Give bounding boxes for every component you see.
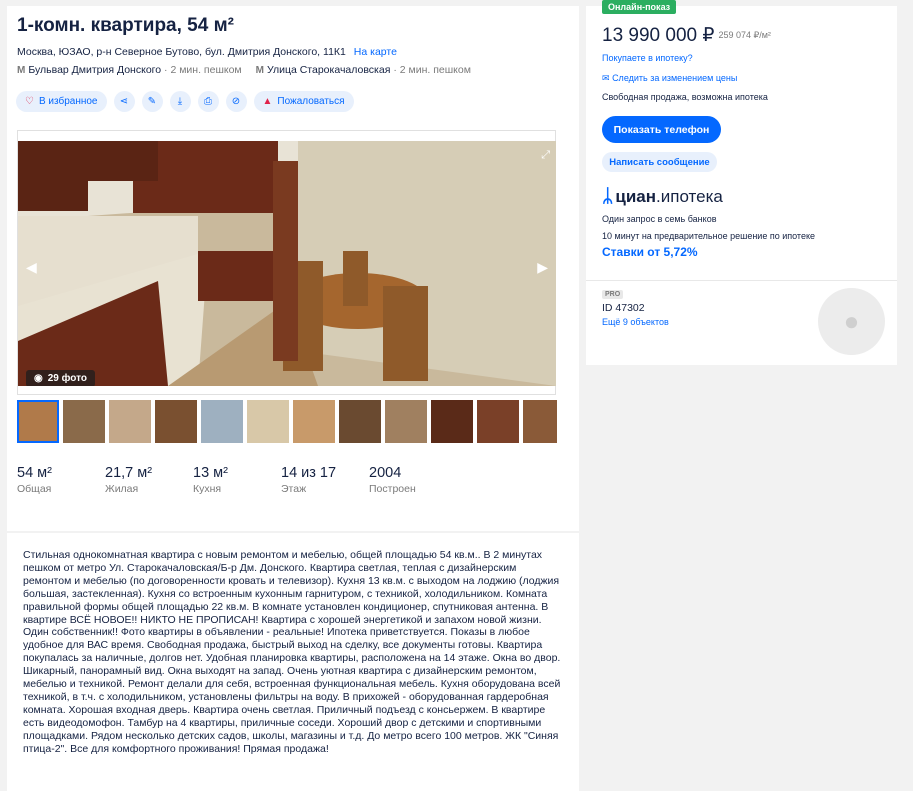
metro-icon: M	[17, 64, 26, 76]
thumbnail[interactable]	[63, 400, 105, 443]
complain-button[interactable]: ▲ Пожаловаться	[253, 91, 354, 112]
pencil-icon: ✎	[147, 96, 157, 107]
mortgage-link[interactable]: Покупаете в ипотеку?	[602, 53, 693, 63]
stat-floor: 14 из 17 Этаж	[281, 465, 337, 495]
print-button[interactable]: ⎙	[197, 91, 219, 112]
camera-icon: ◉	[34, 373, 43, 384]
watch-price-link[interactable]: ✉ Следить за изменением цены	[602, 73, 737, 84]
address: Москва, ЮЗАО, р-н Северное Бутово, бул. …	[17, 46, 397, 58]
stat-total-area: 54 м² Общая	[17, 465, 52, 495]
mortgage-rate-link[interactable]: Ставки от 5,72%	[602, 245, 698, 259]
metro-list: M Бульвар Дмитрия Донского · 2 мин. пешк…	[17, 64, 471, 76]
stat-living-area: 21,7 м² Жилая	[105, 465, 153, 495]
share-icon: ⋖	[119, 96, 129, 107]
stat-kitchen-area: 13 м² Кухня	[193, 465, 228, 495]
metro-name[interactable]: Бульвар Дмитрия Донского	[28, 64, 161, 76]
kitchen-photo	[18, 141, 556, 386]
metro-station: M Улица Старокачаловская · 2 мин. пешком	[256, 64, 471, 76]
sale-terms: Свободная продажа, возможна ипотека	[602, 92, 768, 102]
map-link[interactable]: На карте	[354, 46, 397, 58]
thumbnail[interactable]	[247, 400, 289, 443]
metro-station: M Бульвар Дмитрия Донского · 2 мин. пешк…	[17, 64, 242, 76]
description-text: Стильная однокомнатная квартира с новым …	[23, 549, 561, 755]
photo-count-badge[interactable]: ◉ 29 фото	[26, 370, 95, 386]
description-wrapper: Стильная однокомнатная квартира с новым …	[7, 533, 579, 791]
stat-built-year: 2004 Построен	[369, 465, 416, 495]
thumbnail[interactable]	[155, 400, 197, 443]
thumbnail[interactable]	[385, 400, 427, 443]
eye-off-icon: ⊘	[231, 96, 241, 107]
print-icon: ⎙	[204, 96, 212, 107]
prev-photo-arrow[interactable]: ◀	[26, 259, 37, 276]
thumbnail-strip	[17, 400, 557, 443]
user-icon: ●	[843, 306, 860, 336]
thumbnail[interactable]	[477, 400, 519, 443]
thumbnail[interactable]	[431, 400, 473, 443]
photo-gallery[interactable]: ⤢ ◀ ▶ ◉ 29 фото	[17, 130, 556, 395]
thumbnail[interactable]	[339, 400, 381, 443]
more-objects-link[interactable]: Ещё 9 объектов	[602, 317, 669, 327]
main-photo[interactable]: ⤢ ◀ ▶ ◉ 29 фото	[18, 141, 556, 386]
edit-button[interactable]: ✎	[141, 91, 163, 112]
favorite-button[interactable]: ♡ В избранное	[16, 91, 107, 112]
key-stats: 54 м² Общая 21,7 м² Жилая 13 м² Кухня 14 из…	[17, 465, 457, 495]
thumbnail[interactable]	[17, 400, 59, 443]
thumbnail[interactable]	[201, 400, 243, 443]
pro-badge: PRO	[602, 290, 624, 299]
next-photo-arrow[interactable]: ▶	[537, 259, 548, 276]
thumbnail[interactable]	[109, 400, 151, 443]
download-icon: ⤓	[177, 96, 183, 107]
metro-icon: M	[255, 64, 264, 76]
share-button[interactable]: ⋖	[113, 91, 135, 112]
metro-time: · 2 мин. пешком	[393, 64, 471, 76]
hide-button[interactable]: ⊘	[225, 91, 247, 112]
sidebar-divider	[586, 280, 897, 281]
online-tour-badge: Онлайн-показ	[602, 0, 677, 14]
heart-icon: ♡	[25, 96, 34, 107]
thumbnail[interactable]	[523, 400, 557, 443]
address-text[interactable]: Москва, ЮЗАО, р-н Северное Бутово, бул. …	[17, 46, 346, 58]
warning-icon: ▲	[262, 96, 273, 107]
metro-name[interactable]: Улица Старокачаловская	[267, 64, 390, 76]
mortgage-text-2: 10 минут на предварительное решение по и…	[602, 231, 815, 241]
avatar[interactable]: ●	[818, 288, 885, 355]
write-message-button[interactable]: Написать сообщение	[602, 152, 717, 172]
expand-icon[interactable]: ⤢	[541, 149, 550, 162]
mail-icon: ✉	[602, 73, 610, 83]
price-per-meter: 259 074 ₽/м²	[718, 30, 771, 41]
page-title: 1-комн. квартира, 54 м²	[17, 15, 234, 36]
action-bar: ♡ В избранное ⋖ ✎ ⤓ ⎙ ⊘ ▲ Пожаловаться	[16, 91, 354, 112]
agent-id[interactable]: ID 47302	[602, 302, 645, 314]
show-phone-button[interactable]: Показать телефон	[602, 116, 721, 143]
cian-logo-icon: ᛦ	[602, 186, 614, 207]
price: 13 990 000 ₽259 074 ₽/м²	[602, 25, 771, 46]
thumbnail[interactable]	[293, 400, 335, 443]
metro-time: · 2 мин. пешком	[164, 64, 242, 76]
mortgage-text-1: Один запрос в семь банков	[602, 214, 717, 224]
cian-mortgage-logo[interactable]: ᛦ циан .ипотека	[602, 186, 723, 208]
download-button[interactable]: ⤓	[169, 91, 191, 112]
